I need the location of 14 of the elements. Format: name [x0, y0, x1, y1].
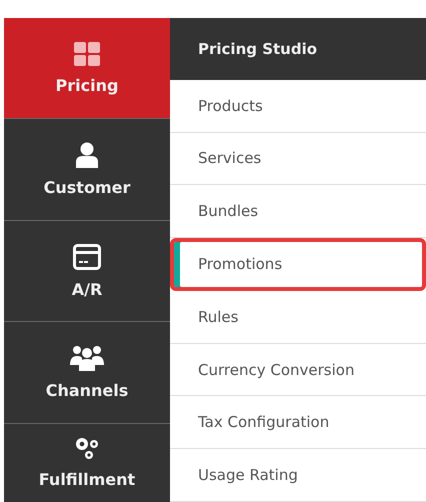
menu-item[interactable]: Products	[170, 80, 426, 133]
grid-icon	[74, 42, 100, 66]
menu-item[interactable]: Rules	[170, 290, 426, 344]
card-icon	[73, 244, 101, 270]
person-icon	[75, 142, 99, 168]
menu-header: Pricing Studio	[170, 18, 426, 80]
menu-item[interactable]: Promotions	[170, 238, 426, 291]
menu-item[interactable]: Services	[170, 132, 426, 186]
menu-item[interactable]: Tax Configuration	[170, 396, 426, 450]
group-icon	[70, 345, 104, 372]
nav-item[interactable]: Pricing	[4, 18, 170, 120]
menu-item[interactable]: Bundles	[170, 185, 426, 238]
menu-item[interactable]: Usage Rating	[170, 449, 426, 502]
menu-item[interactable]: Currency Conversion	[170, 344, 426, 396]
